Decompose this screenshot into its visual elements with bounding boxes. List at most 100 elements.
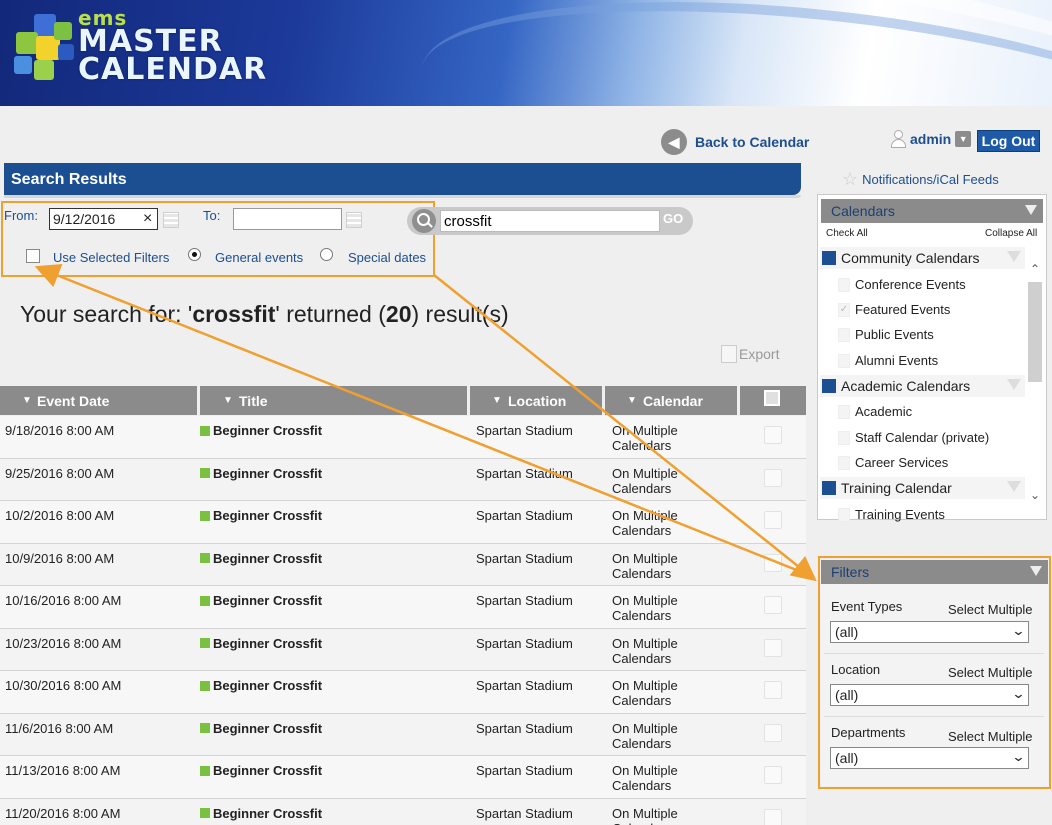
chevron-down-icon: ⌄ — [1011, 686, 1026, 701]
event-title-cell[interactable]: Beginner Crossfit — [200, 593, 322, 608]
calendar-picker-icon[interactable] — [346, 212, 362, 228]
select-event-icon[interactable] — [764, 766, 782, 784]
expand-icon[interactable] — [1007, 251, 1021, 262]
expand-icon[interactable] — [1007, 481, 1021, 492]
event-title-cell[interactable]: Beginner Crossfit — [200, 721, 322, 736]
calendar-checkbox[interactable] — [838, 507, 850, 522]
column-header-title[interactable]: ▼ Title — [200, 386, 467, 415]
chevron-down-icon[interactable]: ▼ — [955, 131, 972, 147]
clear-date-icon[interactable]: × — [143, 210, 152, 228]
calendar-item[interactable]: Public Events — [838, 327, 934, 342]
calendar-cell: On MultipleCalendars — [612, 635, 678, 666]
calendar-item[interactable]: Conference Events — [838, 277, 966, 292]
search-input[interactable] — [440, 210, 660, 232]
location-label: Location — [831, 662, 881, 677]
event-title-cell[interactable]: Beginner Crossfit — [200, 551, 322, 566]
table-row[interactable]: 11/6/2016 8:00 AM Beginner Crossfit Sparta… — [0, 713, 806, 756]
select-event-icon[interactable] — [764, 553, 782, 572]
column-header-event-date[interactable]: ▼ Event Date — [0, 386, 197, 415]
table-row[interactable]: 10/30/2016 8:00 AM Beginner Crossfit Spart… — [0, 671, 806, 714]
event-title-cell[interactable]: Beginner Crossfit — [200, 678, 322, 693]
calendar-item[interactable]: Academic — [838, 404, 912, 419]
use-filters-checkbox[interactable] — [26, 249, 40, 263]
departments-select-multiple-link[interactable]: Select Multiple — [948, 729, 1033, 744]
calendar-item[interactable]: Alumni Events — [838, 353, 938, 368]
go-button[interactable]: GO — [663, 211, 683, 226]
departments-select[interactable]: (all) ⌄ — [830, 747, 1029, 769]
calendar-checkbox[interactable] — [838, 455, 850, 470]
event-title-cell[interactable]: Beginner Crossfit — [200, 466, 322, 481]
column-header-select[interactable] — [740, 386, 806, 415]
filters-panel-header[interactable]: Filters — [821, 560, 1048, 584]
logout-button[interactable]: Log Out — [977, 130, 1040, 152]
notifications-label: Notifications/iCal Feeds — [862, 172, 999, 187]
select-event-icon[interactable] — [764, 681, 782, 699]
back-to-calendar-link[interactable]: ◀ Back to Calendar — [661, 129, 809, 155]
table-row[interactable]: 9/18/2016 8:00 AM Beginner Crossfit Sparta… — [0, 416, 806, 459]
calendar-item[interactable]: Staff Calendar (private) — [838, 430, 989, 445]
select-event-icon[interactable] — [764, 723, 782, 742]
select-event-icon[interactable] — [764, 596, 782, 614]
special-dates-radio[interactable] — [320, 248, 333, 261]
calendar-picker-icon[interactable] — [163, 212, 179, 228]
scroll-up-icon[interactable]: ⌃ — [1028, 262, 1042, 276]
column-header-location[interactable]: ▼ Location — [470, 386, 602, 415]
select-event-icon[interactable] — [764, 808, 782, 825]
calendar-checkbox[interactable] — [838, 353, 850, 368]
collapse-icon[interactable] — [1025, 205, 1037, 215]
expand-icon[interactable] — [1007, 379, 1021, 390]
table-row[interactable]: 10/16/2016 8:00 AM Beginner Crossfit Spart… — [0, 586, 806, 629]
calendar-item[interactable]: ✓ Featured Events — [838, 302, 950, 317]
back-label: Back to Calendar — [695, 134, 810, 150]
table-row[interactable]: 10/23/2016 8:00 AM Beginner Crossfit Spart… — [0, 628, 806, 671]
select-event-icon[interactable] — [764, 511, 782, 529]
export-icon — [721, 345, 737, 363]
calendar-item[interactable]: Career Services — [838, 455, 948, 470]
select-event-icon[interactable] — [764, 426, 782, 444]
event-title-cell[interactable]: Beginner Crossfit — [200, 636, 322, 651]
event-title-cell[interactable]: Beginner Crossfit — [200, 763, 322, 778]
calendar-item[interactable]: Training Events — [838, 507, 945, 522]
event-types-select-multiple-link[interactable]: Select Multiple — [948, 602, 1033, 617]
calendar-checkbox[interactable] — [838, 430, 850, 445]
search-icon[interactable] — [412, 209, 436, 233]
table-row[interactable]: 11/20/2016 8:00 AM Beginner Crossfit Spart… — [0, 798, 806, 825]
use-filters-label: Use Selected Filters — [53, 250, 170, 265]
collapse-icon[interactable] — [1030, 566, 1042, 576]
collapse-all-link[interactable]: Collapse All — [985, 228, 1037, 239]
select-event-icon[interactable] — [764, 468, 782, 487]
table-row[interactable]: 10/2/2016 8:00 AM Beginner Crossfit Sparta… — [0, 501, 806, 544]
table-row[interactable]: 11/13/2016 8:00 AM Beginner Crossfit Spart… — [0, 756, 806, 799]
select-all-icon[interactable] — [764, 390, 780, 406]
to-date-input[interactable] — [233, 208, 342, 230]
event-types-select[interactable]: (all) ⌄ — [830, 621, 1029, 643]
notifications-link[interactable]: ☆ Notifications/iCal Feeds — [842, 169, 999, 190]
user-menu[interactable]: admin ▼ — [890, 130, 972, 148]
calendar-checkbox[interactable]: ✓ — [838, 302, 850, 317]
event-date-cell: 11/20/2016 8:00 AM — [5, 805, 121, 821]
calendar-group[interactable]: Academic Calendars — [820, 375, 1025, 397]
scrollbar-thumb[interactable] — [1028, 282, 1042, 382]
calendar-group[interactable]: Community Calendars — [820, 247, 1025, 269]
general-events-radio[interactable] — [188, 248, 201, 261]
table-row[interactable]: 9/25/2016 8:00 AM Beginner Crossfit Sparta… — [0, 458, 806, 501]
check-all-link[interactable]: Check All — [826, 228, 868, 239]
calendar-checkbox[interactable] — [838, 277, 850, 292]
calendars-panel-header[interactable]: Calendars — [821, 199, 1043, 223]
location-select-multiple-link[interactable]: Select Multiple — [948, 665, 1033, 680]
export-button[interactable]: Export — [721, 345, 779, 363]
event-date-cell: 10/2/2016 8:00 AM — [5, 508, 115, 523]
calendar-checkbox[interactable] — [838, 327, 850, 342]
calendar-group[interactable]: Training Calendar — [820, 477, 1025, 499]
select-event-icon[interactable] — [764, 638, 782, 657]
scroll-down-icon[interactable]: ⌄ — [1028, 488, 1042, 502]
event-title-cell[interactable]: Beginner Crossfit — [200, 806, 322, 821]
calendar-color-icon — [822, 251, 836, 265]
column-header-calendar[interactable]: ▼ Calendar — [605, 386, 737, 415]
event-title-cell[interactable]: Beginner Crossfit — [200, 423, 322, 438]
event-title-cell[interactable]: Beginner Crossfit — [200, 508, 322, 523]
table-row[interactable]: 10/9/2016 8:00 AM Beginner Crossfit Sparta… — [0, 543, 806, 586]
location-select[interactable]: (all) ⌄ — [830, 684, 1029, 706]
from-date-input[interactable] — [49, 208, 158, 230]
calendar-checkbox[interactable] — [838, 404, 850, 419]
